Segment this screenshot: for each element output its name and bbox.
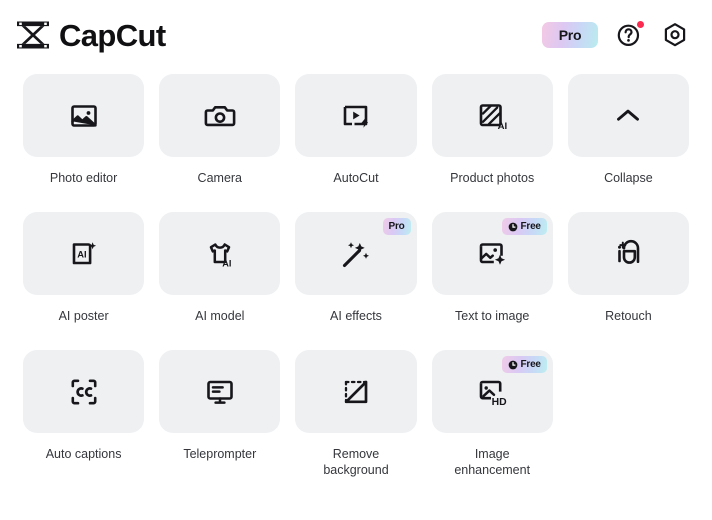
tool-cell: AI AI model <box>159 212 281 324</box>
help-button[interactable] <box>614 20 644 50</box>
capcut-logo-icon <box>17 21 49 49</box>
tool-tile-autocut[interactable] <box>295 74 417 157</box>
tool-tile-photo-editor[interactable] <box>23 74 145 157</box>
magic-wand-icon <box>342 241 369 267</box>
tool-cell: Camera <box>159 74 281 186</box>
clock-icon <box>509 360 518 369</box>
tool-cell: Teleprompter <box>159 350 281 478</box>
tool-label: Teleprompter <box>183 447 257 461</box>
tool-tile-image-enhancement[interactable]: Free HD <box>431 350 553 433</box>
tool-label: AI effects <box>330 309 382 323</box>
tool-tile-product-photos[interactable]: AI <box>431 74 553 157</box>
tool-cell: Auto captions <box>23 350 145 478</box>
settings-button[interactable] <box>660 20 690 50</box>
image-edit-icon <box>70 104 97 127</box>
pro-upgrade-button[interactable]: Pro <box>542 22 598 48</box>
app-header: CapCut Pro <box>0 0 712 70</box>
badge-free: Free <box>502 356 547 373</box>
clock-icon <box>509 222 518 231</box>
svg-text:HD: HD <box>492 397 508 408</box>
badge-label: Pro <box>388 220 405 232</box>
pro-label: Pro <box>558 27 582 43</box>
tool-tile-ai-poster[interactable]: AI <box>23 212 145 295</box>
svg-text:AI: AI <box>77 248 86 259</box>
notification-dot <box>637 21 644 28</box>
tool-label: AI model <box>195 309 245 323</box>
tool-label: AutoCut <box>333 171 379 185</box>
tool-label: Remove background <box>323 447 389 477</box>
tool-cell-empty <box>568 350 689 478</box>
svg-text:AI: AI <box>222 258 231 268</box>
tool-tile-retouch[interactable] <box>567 212 689 295</box>
gear-icon <box>664 23 686 47</box>
badge-free: Free <box>502 218 547 235</box>
tool-tile-camera[interactable] <box>159 74 281 157</box>
badge-pro: Pro <box>382 218 411 235</box>
tool-tile-ai-model[interactable]: AI <box>159 212 281 295</box>
tool-label: Auto captions <box>45 447 122 461</box>
image-sparkle-icon <box>479 242 506 265</box>
tool-cell: Pro AI effects <box>295 212 417 324</box>
tool-tile-collapse[interactable] <box>567 74 689 157</box>
header-actions: Pro <box>542 20 690 50</box>
tool-label: Text to image <box>455 309 530 323</box>
tool-label: Retouch <box>605 309 652 323</box>
tool-grid: Photo editor Camera AutoCut AI Product p… <box>0 70 712 478</box>
tool-cell: Remove background <box>295 350 417 478</box>
camera-icon <box>204 105 236 126</box>
tool-cell: Retouch <box>567 212 689 324</box>
tool-tile-auto-captions[interactable] <box>23 350 145 433</box>
tool-label: Product photos <box>450 171 535 185</box>
svg-text:AI: AI <box>498 121 508 132</box>
ai-frame-icon: AI <box>479 103 508 132</box>
retouch-face-icon <box>618 239 640 264</box>
row-spacer <box>23 186 689 212</box>
row-spacer <box>23 324 689 350</box>
tool-cell: AI AI poster <box>23 212 145 324</box>
badge-label: Free <box>520 358 541 370</box>
ai-document-sparkle-icon: AI <box>72 241 96 264</box>
tool-cell: AutoCut <box>295 74 417 186</box>
tool-cell: Collapse <box>567 74 689 186</box>
tool-cell: AI Product photos <box>431 74 553 186</box>
monitor-text-icon <box>206 380 233 404</box>
tool-cell: Free Text to image <box>431 212 553 324</box>
tool-label: Camera <box>197 171 243 185</box>
tool-label: AI poster <box>58 309 109 323</box>
tool-label: Image enhancement <box>454 447 531 477</box>
brand: CapCut <box>16 20 166 51</box>
badge-label: Free <box>520 220 541 232</box>
tool-cell: Photo editor <box>23 74 145 186</box>
tool-cell: Free HD Image enhancement <box>431 350 553 478</box>
ai-tshirt-icon: AI <box>209 242 231 268</box>
remove-background-icon <box>344 380 368 403</box>
chevron-up-icon <box>617 109 640 121</box>
tool-tile-ai-effects[interactable]: Pro <box>295 212 417 295</box>
tool-label: Photo editor <box>49 171 118 185</box>
tool-label: Collapse <box>604 171 653 185</box>
tool-tile-text-to-image[interactable]: Free <box>431 212 553 295</box>
image-hd-icon: HD <box>479 380 508 408</box>
closed-caption-icon <box>71 379 97 404</box>
video-bolt-icon <box>343 105 369 128</box>
brand-name: CapCut <box>59 17 166 53</box>
tool-tile-remove-background[interactable] <box>295 350 417 433</box>
tool-tile-teleprompter[interactable] <box>159 350 281 433</box>
